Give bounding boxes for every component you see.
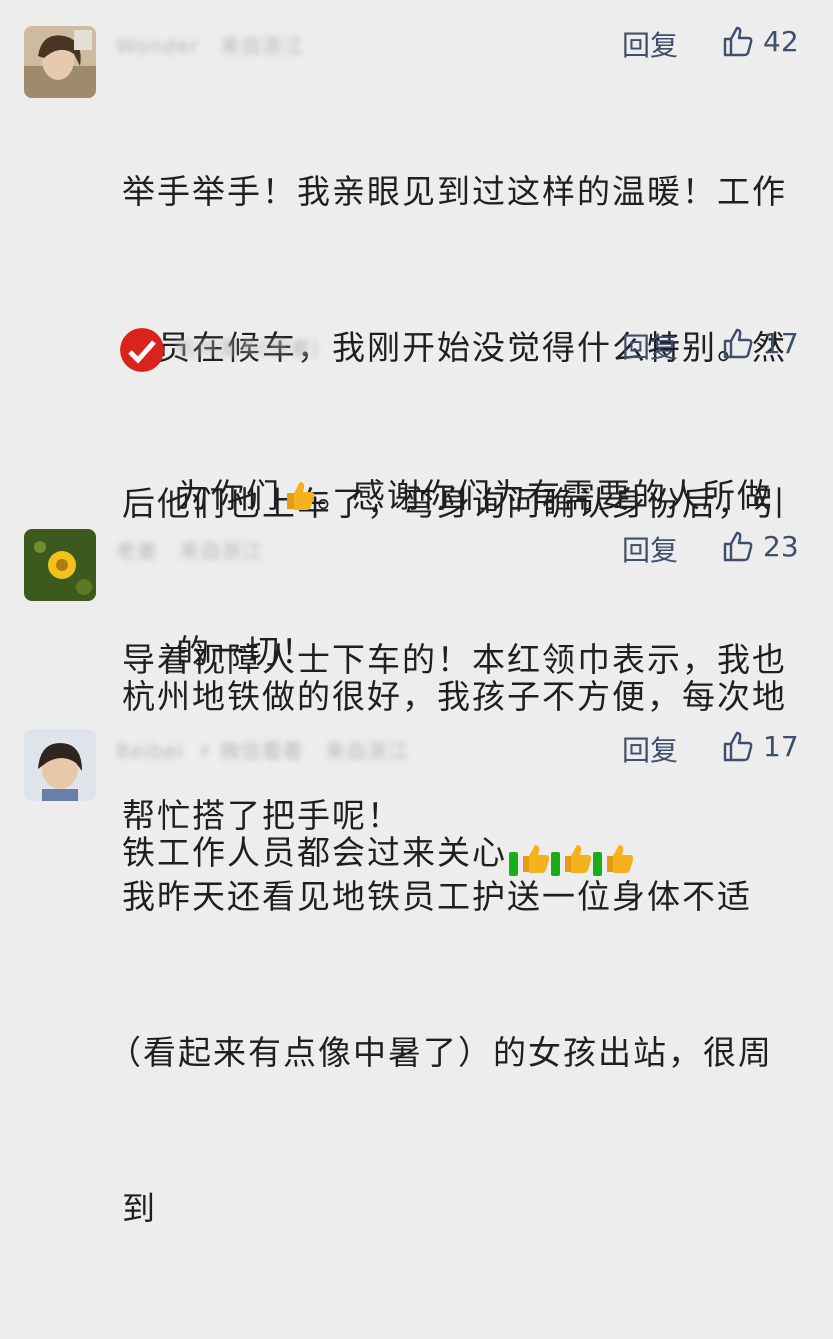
like-button[interactable]: 23 — [721, 529, 799, 563]
like-count: 23 — [763, 529, 799, 563]
like-button[interactable]: 17 — [721, 326, 799, 360]
avatar[interactable] — [24, 729, 96, 801]
thumbs-up-outline-icon — [721, 326, 755, 360]
comment-item: Beibei ⚡ 微信看看 来自浙江 回复 17 我昨天还看见地铁员工护送一位身… — [0, 705, 833, 1228]
thumbs-up-outline-icon — [721, 24, 755, 58]
avatar[interactable] — [24, 529, 96, 601]
avatar[interactable] — [24, 26, 96, 98]
like-count: 17 — [763, 326, 799, 360]
author-avatar[interactable] — [120, 328, 164, 372]
like-button[interactable]: 17 — [721, 729, 799, 763]
reply-button[interactable]: 回复 — [622, 729, 678, 769]
reply-button[interactable]: 回复 — [622, 326, 678, 366]
author-name[interactable]: 杭州发布(作者) — [176, 332, 320, 360]
comment-item: Wonder 来自浙江 回复 42 举手举手！我亲眼见到过这样的温暖！工作 人员… — [0, 0, 833, 835]
comment-item: 老姜 来自浙江 回复 23 杭州地铁做的很好，我孩子不方便，每次地 铁工作人员都… — [0, 505, 833, 876]
commenter-name[interactable]: 老姜 来自浙江 — [116, 535, 263, 563]
reply-button[interactable]: 回复 — [622, 529, 678, 569]
thumbs-up-outline-icon — [721, 529, 755, 563]
commenter-name[interactable]: Wonder 来自浙江 — [116, 30, 304, 58]
like-count: 42 — [763, 24, 799, 58]
thumbs-up-outline-icon — [721, 729, 755, 763]
reply-button[interactable]: 回复 — [622, 24, 678, 64]
like-count: 17 — [763, 729, 799, 763]
like-button[interactable]: 42 — [721, 24, 799, 58]
author-reply: 杭州发布(作者) 回复 17 为你们 。感谢你们为有需要的人所做 的一切！ — [0, 318, 833, 671]
commenter-name[interactable]: Beibei ⚡ 微信看看 来自浙江 — [116, 735, 409, 763]
comment-text: 我昨天还看见地铁员工护送一位身体不适 （看起来有点像中暑了）的女孩出站，很周 到 — [108, 877, 773, 1228]
